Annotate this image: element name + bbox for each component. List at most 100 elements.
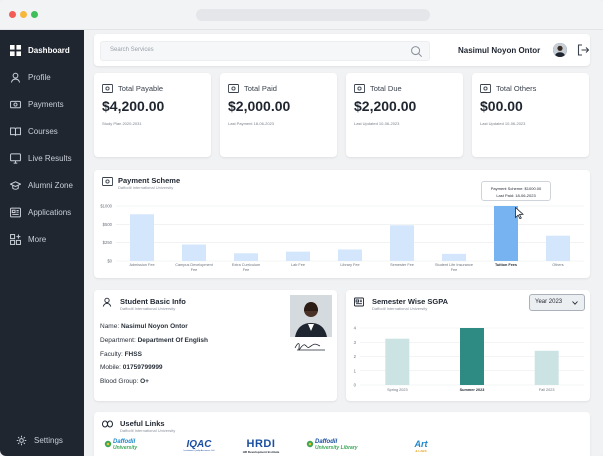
sidebar-item-label: Courses bbox=[28, 126, 58, 136]
info-blood-group: Blood Group: O+ bbox=[100, 378, 149, 385]
x-tick-label: Fall 2023 bbox=[539, 388, 555, 392]
stat-value: $00.00 bbox=[480, 98, 523, 114]
x-tick-label: Spring 2023 bbox=[387, 388, 407, 392]
sidebar-item-label: Live Results bbox=[28, 153, 72, 163]
x-tick-label: Campus Development bbox=[175, 263, 214, 267]
chart-bar bbox=[338, 249, 362, 261]
sidebar-item-applications[interactable]: Applications bbox=[0, 200, 84, 224]
logo-line2: Institutional Quality Assurance Cell bbox=[183, 450, 215, 452]
logo-line2: University Library bbox=[315, 445, 358, 451]
y-tick-label: 4 bbox=[354, 326, 357, 331]
y-tick-label: $0 bbox=[107, 259, 112, 264]
search-input[interactable]: Search Services bbox=[100, 41, 430, 61]
sidebar-item-label: Payments bbox=[28, 99, 64, 109]
stat-card-total-paid: Total Paid $2,000.00 Last Payment 18-06-… bbox=[220, 73, 337, 157]
stat-title: Total Paid bbox=[244, 84, 277, 93]
x-tick-label: Summer 2023 bbox=[460, 388, 485, 392]
main-content: Search Services Nasimul Noyon Ontor Tota… bbox=[84, 30, 603, 456]
x-tick-label: Fee bbox=[243, 268, 250, 272]
money-icon bbox=[102, 84, 113, 93]
flower-icon bbox=[104, 440, 112, 448]
avatar[interactable] bbox=[553, 43, 567, 57]
sidebar-item-courses[interactable]: Courses bbox=[0, 119, 84, 143]
maximize-window-dot[interactable] bbox=[31, 11, 38, 18]
chart-bar bbox=[234, 253, 258, 261]
user-name[interactable]: Nasimul Noyon Ontor bbox=[458, 46, 540, 55]
y-tick-label: 1 bbox=[354, 368, 357, 373]
logo-line2: HR Development Institute bbox=[242, 450, 280, 454]
chart-bar bbox=[130, 214, 154, 261]
graduation-icon bbox=[9, 179, 21, 191]
x-tick-label: Library Fee bbox=[340, 263, 359, 267]
chart-bar bbox=[546, 235, 570, 261]
stat-value: $2,000.00 bbox=[228, 98, 291, 114]
payment-scheme-card: Payment Scheme Daffodil International Un… bbox=[94, 170, 590, 278]
search-placeholder: Search Services bbox=[110, 47, 154, 53]
logo-line1: IQAC bbox=[186, 439, 212, 450]
sidebar-item-settings[interactable]: Settings bbox=[15, 434, 63, 446]
sidebar-item-payments[interactable]: Payments bbox=[0, 92, 84, 116]
tooltip-line: Payment Scheme: $1000.00 bbox=[490, 186, 542, 191]
x-tick-label: Extra Curriculum bbox=[232, 263, 260, 267]
money-icon bbox=[354, 84, 365, 93]
logo-line2: & LABS bbox=[415, 449, 427, 453]
search-icon[interactable] bbox=[410, 45, 423, 58]
hrdi-link[interactable]: HRDI HR Development Institute bbox=[239, 438, 283, 454]
stat-subtitle: Last Updated 10-06-2023 bbox=[480, 121, 526, 126]
gear-icon bbox=[15, 434, 27, 446]
x-tick-label: Lab Fee bbox=[291, 263, 305, 267]
iqac-link[interactable]: IQAC Institutional Quality Assurance Cel… bbox=[179, 439, 219, 452]
user-icon bbox=[9, 71, 21, 83]
chart-bar bbox=[385, 338, 410, 385]
sidebar-item-profile[interactable]: Profile bbox=[0, 65, 84, 89]
chart-tooltip: Payment Scheme: $1000.00 Last Paid: 18-0… bbox=[481, 181, 551, 201]
user-icon bbox=[102, 297, 112, 307]
close-window-dot[interactable] bbox=[9, 11, 16, 18]
sgpa-chart: 4 3 2 1 0 Spring 2023 Summer 2023 Fall 2023 bbox=[354, 326, 584, 392]
info-name: Name: Nasimul Noyon Ontor bbox=[100, 323, 188, 330]
sidebar-item-dashboard[interactable]: Dashboard bbox=[0, 38, 84, 62]
address-bar[interactable] bbox=[196, 9, 430, 21]
logout-icon[interactable] bbox=[577, 44, 589, 56]
info-value: FHSS bbox=[124, 351, 142, 358]
x-tick-label: Semester Fee bbox=[390, 263, 414, 267]
logo-line1: HRDI bbox=[246, 438, 276, 450]
stat-card-total-due: Total Due $2,200.00 Last Updated 10-06-2… bbox=[346, 73, 463, 157]
stat-subtitle: Study Plan 2020-2031 bbox=[102, 121, 142, 126]
art-labs-link[interactable]: Art & LABS bbox=[409, 439, 433, 453]
info-label: Blood Group: bbox=[100, 378, 139, 385]
stat-card-total-payable: Total Payable $4,200.00 Study Plan 2020-… bbox=[94, 73, 211, 157]
money-icon bbox=[480, 84, 491, 93]
sidebar-item-label: Alumni Zone bbox=[28, 180, 73, 190]
x-tick-label: Fee bbox=[451, 268, 458, 272]
chart-bar bbox=[286, 251, 310, 261]
card-title: Student Basic Info bbox=[120, 297, 186, 306]
sidebar-item-label: More bbox=[28, 234, 47, 244]
minimize-window-dot[interactable] bbox=[20, 11, 27, 18]
sidebar-item-more[interactable]: More bbox=[0, 227, 84, 251]
settings-label: Settings bbox=[34, 435, 63, 445]
stat-subtitle: Last Updated 10-06-2023 bbox=[354, 121, 400, 126]
stat-subtitle: Last Payment 18-06-2023 bbox=[228, 121, 275, 126]
daffodil-library-link[interactable]: Daffodil University Library bbox=[306, 439, 378, 451]
cursor-icon bbox=[515, 207, 524, 219]
flower-icon bbox=[306, 440, 314, 448]
chart-bar bbox=[460, 328, 484, 385]
apps-icon bbox=[9, 233, 21, 245]
sidebar-item-label: Profile bbox=[28, 72, 51, 82]
stat-card-total-others: Total Others $00.00 Last Updated 10-06-2… bbox=[472, 73, 589, 157]
y-tick-label: 2 bbox=[354, 354, 357, 359]
y-tick-label: $500 bbox=[103, 222, 113, 227]
grid-icon bbox=[9, 44, 21, 56]
title-bar bbox=[0, 0, 603, 30]
stat-title: Total Due bbox=[370, 84, 402, 93]
sidebar-item-live-results[interactable]: Live Results bbox=[0, 146, 84, 170]
x-tick-label: Admission Fee bbox=[129, 263, 154, 267]
sidebar-item-alumni-zone[interactable]: Alumni Zone bbox=[0, 173, 84, 197]
daffodil-university-link[interactable]: Daffodil University bbox=[104, 439, 152, 451]
money-icon bbox=[228, 84, 239, 93]
monitor-icon bbox=[9, 152, 21, 164]
info-value: 01759799999 bbox=[122, 364, 163, 371]
sidebar: Dashboard Profile Payments Courses Live … bbox=[0, 30, 84, 456]
stat-title: Total Others bbox=[496, 84, 537, 93]
